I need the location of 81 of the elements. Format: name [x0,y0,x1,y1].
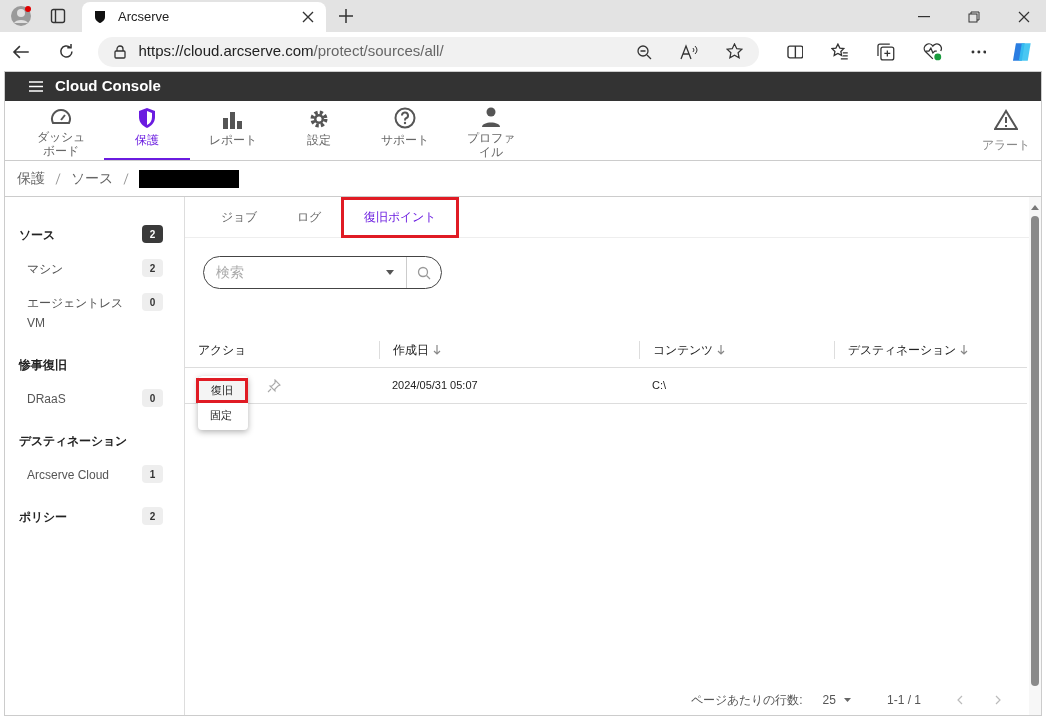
nav-tab[interactable]: サポート [362,101,448,160]
count-badge: 2 [142,259,163,277]
content-tab[interactable]: ログ [277,196,341,238]
sidebar-item[interactable]: DRaaS [27,389,142,409]
nav-tab[interactable]: 設定 [276,101,362,160]
breadcrumb-link[interactable]: 保護 [17,168,45,189]
read-aloud-icon[interactable] [679,43,698,60]
content-tab[interactable]: ジョブ [201,196,277,238]
nav-tab[interactable]: レポート [190,101,276,160]
sidebar-item[interactable]: Arcserve Cloud [27,465,142,485]
page-size-select[interactable]: 25 [822,691,851,709]
section-heading: デスティネーション [19,433,128,450]
more-icon[interactable] [970,49,987,54]
count-badge: 0 [142,389,163,407]
zoom-out-icon[interactable] [635,43,652,60]
settings-icon [309,109,329,129]
url-text: https://cloud.arcserve.com/protect/sources/all/ [138,41,445,62]
close-icon[interactable] [1018,11,1030,23]
shield-icon [94,10,106,24]
warning-icon [994,109,1018,130]
rows-per-page-label: ページあたりの行数: [691,692,803,709]
column-header[interactable]: デスティネーション [834,340,1027,359]
column-header[interactable]: コンテンツ [639,340,834,359]
sidebar-item[interactable]: マシン [27,259,142,279]
collections-icon[interactable] [877,42,895,61]
favorites-icon[interactable] [831,43,850,60]
refresh-icon[interactable] [57,43,75,60]
dropdown-caret-icon[interactable] [386,270,394,275]
count-badge: 0 [142,293,163,311]
health-icon[interactable] [922,42,943,61]
sort-arrow-icon [433,344,441,355]
breadcrumb-separator-icon [123,172,129,185]
breadcrumb-separator-icon [55,172,61,185]
nav-tab[interactable]: ダッシュボード [18,101,104,160]
section-heading: 惨事復旧 [19,357,68,374]
sidebar-item[interactable]: エージェントレス VM [27,293,142,333]
bar-chart-icon [222,111,244,129]
restore-icon[interactable] [968,11,980,23]
back-icon[interactable] [12,43,30,60]
section-heading: ソース [19,227,56,244]
person-icon [481,107,501,127]
nav-tab[interactable]: 保護 [104,101,190,160]
tab-title: Arcserve [118,8,171,27]
app-title: Cloud Console [55,76,161,97]
menu-item[interactable]: 復旧 [196,378,248,403]
table-cell: C:\ [652,379,667,392]
help-icon [394,107,416,129]
sort-arrow-icon [717,344,725,355]
alert-button[interactable]: アラート [971,101,1041,160]
scroll-up-icon[interactable] [1031,205,1039,210]
content-tab[interactable]: 復旧ポイント [341,196,459,238]
minimize-icon[interactable] [918,16,930,18]
gauge-icon [50,108,72,126]
table-cell: 2024/05/31 05:07 [392,379,478,392]
new-tab-icon[interactable] [338,8,354,24]
lock-icon [114,44,127,59]
scrollbar-thumb[interactable] [1031,216,1039,686]
sort-arrow-icon [960,344,968,355]
search-input[interactable]: 検索 [204,262,386,283]
address-bar[interactable]: https://cloud.arcserve.com/protect/sources/all/ [98,36,759,67]
count-badge: 2 [142,225,163,243]
scrollbar[interactable] [1029,197,1041,715]
nav-tab[interactable]: プロファイル [448,101,534,160]
profile-avatar-icon[interactable] [8,3,34,29]
section-heading: ポリシー [19,509,68,526]
dropdown-caret-icon [843,698,851,702]
column-header[interactable]: 作成日 [379,340,639,359]
tab-actions-icon[interactable] [50,8,66,24]
menu-icon[interactable] [29,81,43,92]
close-icon[interactable] [302,11,314,23]
count-badge: 1 [142,465,163,483]
breadcrumb-link[interactable]: ソース [71,168,113,189]
browser-tab[interactable]: Arcserve [82,2,326,32]
shield-icon [137,107,157,129]
column-header: アクショ [197,341,247,359]
search-icon[interactable] [417,265,431,280]
split-screen-icon[interactable] [786,43,804,60]
count-badge: 2 [142,507,163,525]
page-range: 1-1 / 1 [886,692,921,709]
favorite-star-icon[interactable] [725,43,743,60]
menu-item[interactable]: 固定 [198,403,248,428]
